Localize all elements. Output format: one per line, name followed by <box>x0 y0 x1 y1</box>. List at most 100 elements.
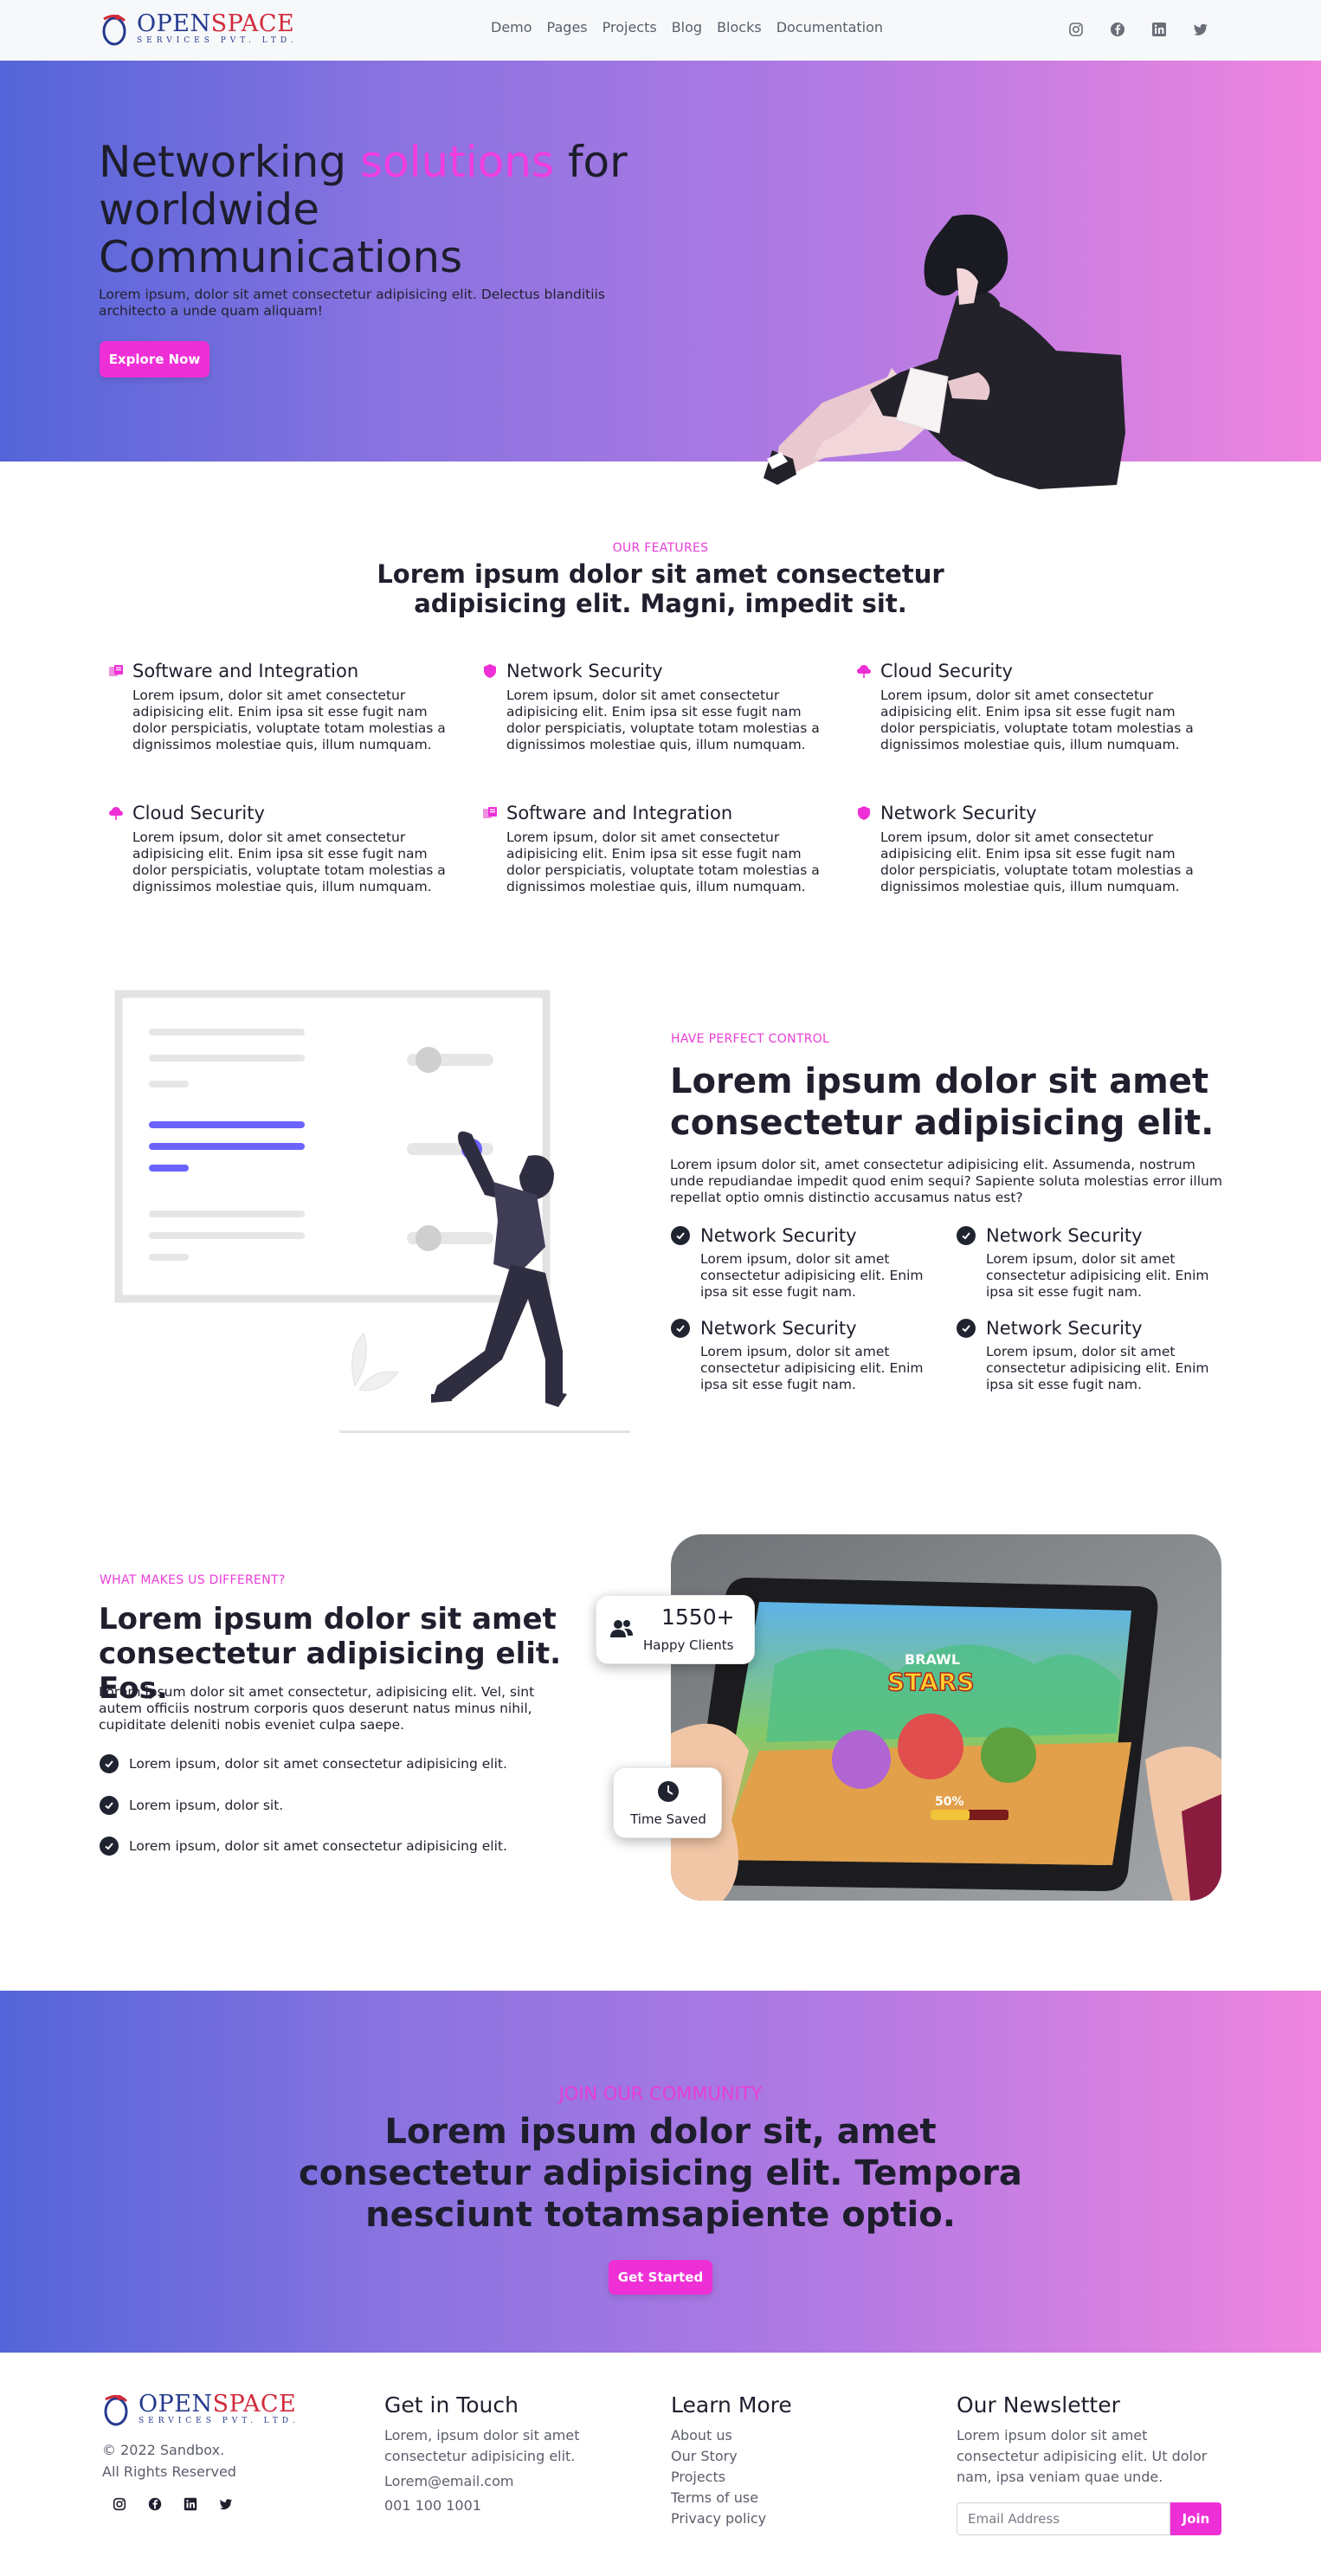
brand-logo[interactable]: OPENSPACE SERVICES PVT. LTD. <box>99 10 298 47</box>
footer-logo[interactable]: OPENSPACE SERVICES PVT. LTD. <box>100 2391 300 2427</box>
feature-title: Cloud Security <box>132 803 265 823</box>
game-title-top: BRAWL <box>905 1651 960 1668</box>
nav-link-projects[interactable]: Projects <box>603 19 657 36</box>
control-item-text: Lorem ipsum, dolor sit amet consectetur … <box>986 1251 1209 1300</box>
nav-link-blocks[interactable]: Blocks <box>717 19 762 36</box>
community-eyebrow: JOIN OUR COMMUNITY <box>558 2083 763 2104</box>
linkedin-icon[interactable] <box>183 2496 198 2512</box>
tablet-game-photo: 50% BRAWL STARS <box>671 1534 1221 1901</box>
twitter-icon[interactable] <box>218 2496 234 2512</box>
game-progress-label: 50% <box>935 1795 964 1809</box>
nav-link-demo[interactable]: Demo <box>491 19 532 36</box>
instagram-icon[interactable] <box>1067 21 1085 38</box>
control-illustration <box>114 990 630 1433</box>
footer-newsletter-text: Lorem ipsum dolor sit amet consectetur a… <box>957 2427 1208 2485</box>
hero-title: Networking solutions for worldwide Commu… <box>99 139 653 281</box>
different-item-text: Lorem ipsum, dolor sit. <box>129 1798 284 1813</box>
nav-link-blog[interactable]: Blog <box>672 19 702 36</box>
happy-clients-label: Happy Clients <box>643 1637 734 1653</box>
feature-title: Software and Integration <box>506 803 733 823</box>
feature-card: Cloud Security Lorem ipsum, dolor sit am… <box>856 661 1211 753</box>
check-icon <box>100 1837 119 1856</box>
time-saved-card: Time Saved <box>613 1767 722 1838</box>
game-title-bottom: STARS <box>887 1668 975 1696</box>
linkedin-icon[interactable] <box>1150 21 1168 38</box>
shield-icon <box>484 664 496 678</box>
footer-email-link[interactable]: Lorem@email.com <box>384 2471 513 2492</box>
facebook-icon[interactable] <box>1109 21 1126 38</box>
logo-subtitle: SERVICES PVT. LTD. <box>137 36 298 45</box>
footer-learn-title: Learn More <box>671 2392 792 2418</box>
newsletter-email-input[interactable]: Email Address <box>957 2502 1170 2535</box>
navbar: OPENSPACE SERVICES PVT. LTD. Demo Pages … <box>0 0 1321 61</box>
footer-social-links <box>112 2496 234 2512</box>
different-item-text: Lorem ipsum, dolor sit amet consectetur … <box>129 1838 507 1854</box>
time-saved-label: Time Saved <box>630 1811 706 1827</box>
instagram-icon[interactable] <box>112 2496 127 2512</box>
hero-illustration <box>764 214 1125 489</box>
feature-text: Lorem ipsum, dolor sit amet consectetur … <box>506 688 820 752</box>
nav-link-pages[interactable]: Pages <box>547 19 588 36</box>
feature-card: Network Security Lorem ipsum, dolor sit … <box>482 661 837 753</box>
feature-title: Software and Integration <box>132 661 359 681</box>
features-title: Lorem ipsum dolor sit amet consectetur a… <box>377 559 944 618</box>
feature-text: Lorem ipsum, dolor sit amet consectetur … <box>880 688 1194 752</box>
feature-text: Lorem ipsum, dolor sit amet consectetur … <box>132 830 446 894</box>
footer-copyright: © 2022 Sandbox. <box>102 2442 225 2458</box>
check-icon <box>100 1796 119 1815</box>
logo-word-space: SPACE <box>210 10 295 37</box>
hero-title-accent: solutions <box>359 137 555 187</box>
control-item-title: Network Security <box>986 1318 1143 1339</box>
header-social-links <box>1067 21 1209 38</box>
explore-now-button[interactable]: Explore Now <box>100 341 209 378</box>
control-eyebrow: HAVE PERFECT CONTROL <box>671 1032 830 1046</box>
logo-word-open: OPEN <box>137 10 211 37</box>
community-title: Lorem ipsum dolor sit, amet consectetur … <box>299 2112 1022 2235</box>
feature-title: Cloud Security <box>880 661 1013 681</box>
different-item-text: Lorem ipsum, dolor sit amet consectetur … <box>129 1756 507 1772</box>
feature-title: Network Security <box>506 661 663 681</box>
footer-touch-title: Get in Touch <box>384 2392 519 2418</box>
logo-swirl-icon <box>102 15 126 46</box>
feature-card: Software and Integration Lorem ipsum, do… <box>482 803 837 895</box>
main-nav: Demo Pages Projects Blog Blocks Document… <box>491 19 883 36</box>
feature-text: Lorem ipsum, dolor sit amet consectetur … <box>880 830 1194 894</box>
twitter-icon[interactable] <box>1192 21 1209 38</box>
control-item: Network Security Lorem ipsum, dolor sit … <box>671 1318 939 1393</box>
cloud-icon <box>109 807 123 820</box>
check-icon <box>671 1319 690 1338</box>
footer-link-terms[interactable]: Terms of use <box>671 2488 758 2508</box>
footer-link-story[interactable]: Our Story <box>671 2446 738 2467</box>
facebook-icon[interactable] <box>147 2496 163 2512</box>
different-list-item: Lorem ipsum, dolor sit amet consectetur … <box>100 1837 507 1856</box>
control-item-text: Lorem ipsum, dolor sit amet consectetur … <box>700 1344 924 1392</box>
feature-text: Lorem ipsum, dolor sit amet consectetur … <box>506 830 820 894</box>
happy-clients-card: 1550+ Happy Clients <box>596 1595 755 1664</box>
feature-card: Cloud Security Lorem ipsum, dolor sit am… <box>108 803 463 895</box>
footer-link-projects[interactable]: Projects <box>671 2467 725 2488</box>
check-icon <box>671 1226 690 1245</box>
footer-link-privacy[interactable]: Privacy policy <box>671 2508 766 2529</box>
shield-icon <box>858 806 870 820</box>
different-paragraph: Lorem ipsum dolor sit amet consectetur, … <box>99 1684 535 1733</box>
software-icon <box>109 665 123 676</box>
control-item-title: Network Security <box>700 1225 857 1246</box>
logo-subtitle: SERVICES PVT. LTD. <box>139 2417 300 2425</box>
control-item-title: Network Security <box>986 1225 1143 1246</box>
control-paragraph: Lorem ipsum dolor sit, amet consectetur … <box>670 1157 1222 1205</box>
control-item-text: Lorem ipsum, dolor sit amet consectetur … <box>986 1344 1209 1392</box>
feature-title: Network Security <box>880 803 1037 823</box>
logo-swirl-icon <box>104 2395 128 2426</box>
footer-newsletter-title: Our Newsletter <box>957 2392 1120 2418</box>
different-list-item: Lorem ipsum, dolor sit amet consectetur … <box>100 1754 507 1773</box>
cloud-icon <box>857 665 871 678</box>
different-list-item: Lorem ipsum, dolor sit. <box>100 1796 283 1815</box>
control-item-text: Lorem ipsum, dolor sit amet consectetur … <box>700 1251 924 1300</box>
footer-touch-text: Lorem, ipsum dolor sit amet consectetur … <box>384 2427 580 2464</box>
newsletter-join-button[interactable]: Join <box>1170 2502 1221 2535</box>
footer-phone: 001 100 1001 <box>384 2497 481 2514</box>
get-started-button[interactable]: Get Started <box>609 2260 712 2295</box>
happy-clients-value: 1550+ <box>661 1604 735 1630</box>
nav-link-documentation[interactable]: Documentation <box>776 19 883 36</box>
footer-link-about[interactable]: About us <box>671 2425 732 2446</box>
